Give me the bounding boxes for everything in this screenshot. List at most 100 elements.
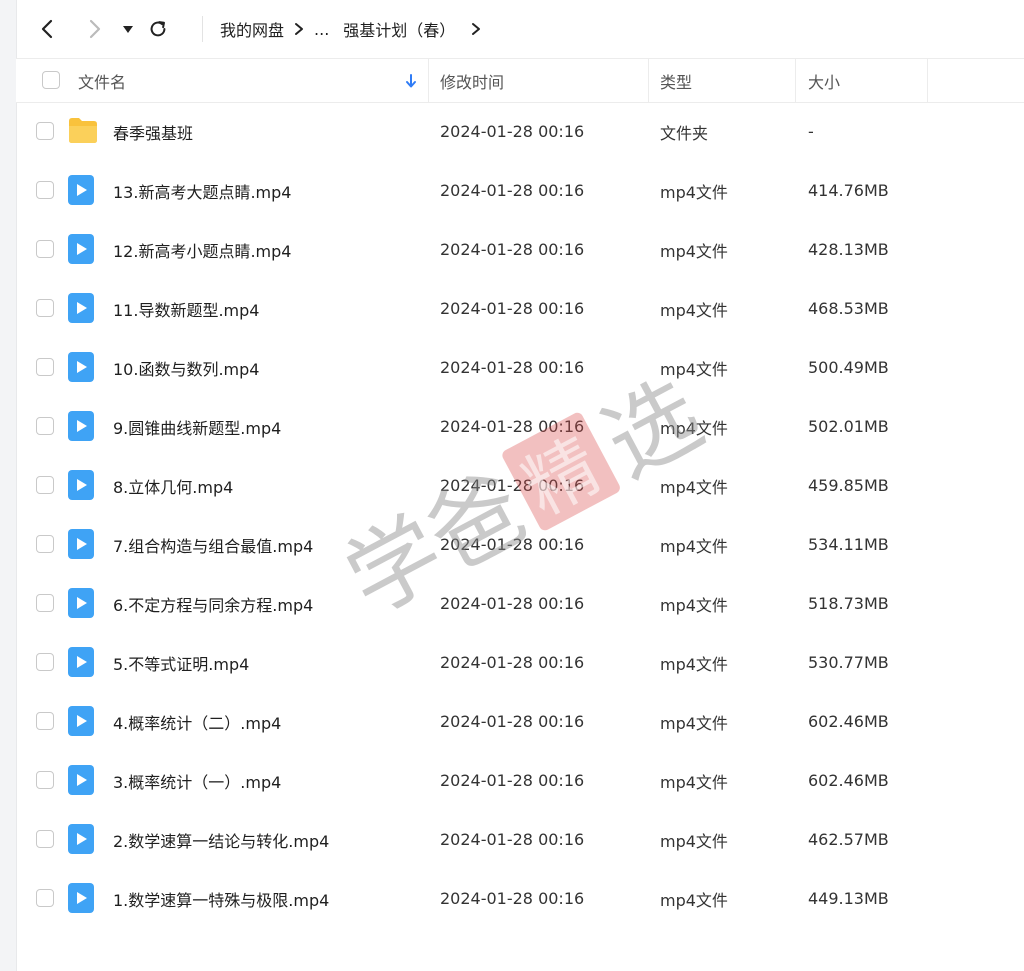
file-modified: 2024-01-28 00:16: [440, 653, 585, 672]
chevron-right-icon: [89, 19, 101, 39]
refresh-button[interactable]: [146, 17, 170, 41]
breadcrumb-expand-icon[interactable]: [471, 22, 481, 36]
video-file-icon: [68, 706, 94, 736]
row-checkbox[interactable]: [36, 535, 54, 553]
video-file-icon: [68, 293, 94, 323]
file-size: 602.46MB: [808, 771, 889, 790]
file-name[interactable]: 7.组合构造与组合最值.mp4: [113, 515, 313, 574]
column-header-size[interactable]: 大小: [808, 59, 840, 102]
file-name[interactable]: 2.数学速算一结论与转化.mp4: [113, 810, 329, 869]
file-name[interactable]: 12.新高考小题点睛.mp4: [113, 220, 291, 279]
video-file-icon: [68, 883, 94, 913]
video-file-icon: [68, 588, 94, 618]
file-modified: 2024-01-28 00:16: [440, 830, 585, 849]
file-row[interactable]: 3.概率统计（一）.mp4 2024-01-28 00:16 mp4文件 602…: [16, 751, 1024, 810]
file-name[interactable]: 11.导数新题型.mp4: [113, 279, 259, 338]
file-size: 530.77MB: [808, 653, 889, 672]
file-type: mp4文件: [660, 772, 728, 792]
file-name[interactable]: 6.不定方程与同余方程.mp4: [113, 574, 313, 633]
file-row[interactable]: 7.组合构造与组合最值.mp4 2024-01-28 00:16 mp4文件 5…: [16, 515, 1024, 574]
file-size: 534.11MB: [808, 535, 889, 554]
file-modified: 2024-01-28 00:16: [440, 476, 585, 495]
file-name[interactable]: 春季强基班: [113, 102, 193, 161]
column-divider[interactable]: [648, 59, 649, 102]
column-header-modified[interactable]: 修改时间: [440, 59, 504, 102]
chevron-left-icon: [41, 19, 53, 39]
row-checkbox[interactable]: [36, 594, 54, 612]
file-size: -: [808, 122, 814, 141]
video-file-icon: [68, 765, 94, 795]
file-name[interactable]: 1.数学速算一特殊与极限.mp4: [113, 869, 329, 928]
sort-descending-icon[interactable]: [405, 59, 417, 102]
column-header-type-label: 类型: [660, 72, 693, 92]
file-size: 462.57MB: [808, 830, 889, 849]
row-checkbox[interactable]: [36, 476, 54, 494]
column-divider[interactable]: [428, 59, 429, 102]
file-row[interactable]: 5.不等式证明.mp4 2024-01-28 00:16 mp4文件 530.7…: [16, 633, 1024, 692]
forward-button[interactable]: [82, 17, 106, 41]
file-size: 449.13MB: [808, 889, 889, 908]
row-checkbox[interactable]: [36, 181, 54, 199]
row-checkbox[interactable]: [36, 122, 54, 140]
column-header-modified-label: 修改时间: [440, 72, 505, 92]
row-checkbox[interactable]: [36, 358, 54, 376]
toolbar: 我的网盘 ... 强基计划（春）: [16, 0, 1024, 58]
file-name[interactable]: 3.概率统计（一）.mp4: [113, 751, 281, 810]
file-row[interactable]: 2.数学速算一结论与转化.mp4 2024-01-28 00:16 mp4文件 …: [16, 810, 1024, 869]
file-name[interactable]: 9.圆锥曲线新题型.mp4: [113, 397, 281, 456]
row-checkbox[interactable]: [36, 299, 54, 317]
file-row[interactable]: 12.新高考小题点睛.mp4 2024-01-28 00:16 mp4文件 42…: [16, 220, 1024, 279]
file-row[interactable]: 11.导数新题型.mp4 2024-01-28 00:16 mp4文件 468.…: [16, 279, 1024, 338]
video-file-icon: [68, 234, 94, 264]
file-modified: 2024-01-28 00:16: [440, 712, 585, 731]
select-all-checkbox[interactable]: [42, 71, 60, 89]
column-divider[interactable]: [795, 59, 796, 102]
file-name[interactable]: 13.新高考大题点睛.mp4: [113, 161, 291, 220]
video-file-icon: [68, 175, 94, 205]
file-row[interactable]: 1.数学速算一特殊与极限.mp4 2024-01-28 00:16 mp4文件 …: [16, 869, 1024, 928]
row-checkbox[interactable]: [36, 712, 54, 730]
breadcrumb-root[interactable]: 我的网盘: [220, 17, 284, 41]
file-row[interactable]: 10.函数与数列.mp4 2024-01-28 00:16 mp4文件 500.…: [16, 338, 1024, 397]
row-checkbox[interactable]: [36, 653, 54, 671]
file-row[interactable]: 9.圆锥曲线新题型.mp4 2024-01-28 00:16 mp4文件 502…: [16, 397, 1024, 456]
history-dropdown-button[interactable]: [120, 20, 136, 38]
file-name[interactable]: 5.不等式证明.mp4: [113, 633, 249, 692]
row-checkbox[interactable]: [36, 771, 54, 789]
file-type: mp4文件: [660, 536, 728, 556]
file-row[interactable]: 13.新高考大题点睛.mp4 2024-01-28 00:16 mp4文件 41…: [16, 161, 1024, 220]
file-row[interactable]: 春季强基班 2024-01-28 00:16 文件夹 -: [16, 102, 1024, 161]
file-modified: 2024-01-28 00:16: [440, 771, 585, 790]
file-size: 602.46MB: [808, 712, 889, 731]
file-size: 502.01MB: [808, 417, 889, 436]
file-name[interactable]: 8.立体几何.mp4: [113, 456, 233, 515]
file-type: 文件夹: [660, 123, 709, 143]
column-divider[interactable]: [927, 59, 928, 102]
video-file-icon: [68, 824, 94, 854]
column-header-type[interactable]: 类型: [660, 59, 692, 102]
file-name[interactable]: 4.概率统计（二）.mp4: [113, 692, 281, 751]
row-checkbox[interactable]: [36, 417, 54, 435]
row-checkbox[interactable]: [36, 889, 54, 907]
file-type: mp4文件: [660, 182, 728, 202]
folder-icon: [69, 118, 97, 143]
video-file-icon: [68, 411, 94, 441]
back-button[interactable]: [36, 17, 60, 41]
breadcrumb-ellipsis[interactable]: ...: [314, 20, 329, 39]
file-type: mp4文件: [660, 241, 728, 261]
column-header-size-label: 大小: [808, 72, 841, 92]
file-row[interactable]: 4.概率统计（二）.mp4 2024-01-28 00:16 mp4文件 602…: [16, 692, 1024, 751]
file-name[interactable]: 10.函数与数列.mp4: [113, 338, 259, 397]
file-size: 500.49MB: [808, 358, 889, 377]
column-header-name[interactable]: 文件名: [78, 59, 126, 102]
file-type: mp4文件: [660, 654, 728, 674]
file-row[interactable]: 6.不定方程与同余方程.mp4 2024-01-28 00:16 mp4文件 5…: [16, 574, 1024, 633]
file-type: mp4文件: [660, 359, 728, 379]
breadcrumb-current[interactable]: 强基计划（春）: [343, 17, 455, 41]
row-checkbox[interactable]: [36, 240, 54, 258]
caret-down-icon: [123, 26, 133, 33]
refresh-icon: [150, 21, 166, 37]
file-type: mp4文件: [660, 418, 728, 438]
row-checkbox[interactable]: [36, 830, 54, 848]
file-row[interactable]: 8.立体几何.mp4 2024-01-28 00:16 mp4文件 459.85…: [16, 456, 1024, 515]
